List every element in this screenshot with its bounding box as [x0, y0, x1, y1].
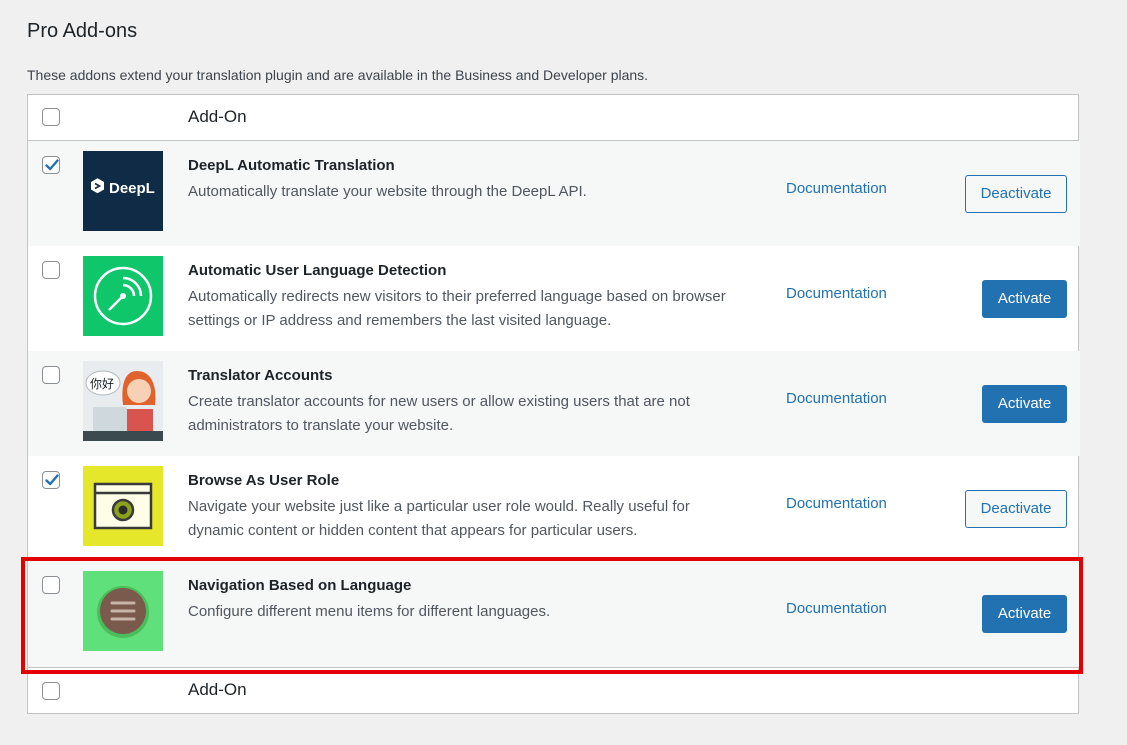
addon-title: Automatic User Language Detection [188, 262, 447, 279]
documentation-link[interactable]: Documentation [786, 600, 887, 617]
documentation-link[interactable]: Documentation [786, 390, 887, 407]
addon-title: Navigation Based on Language [188, 577, 412, 594]
addon-description: Create translator accounts for new users… [188, 393, 690, 434]
addon-row-translator-accounts: 你好 Translator Accounts Create translator… [28, 351, 1080, 456]
addon-checkbox[interactable] [42, 261, 60, 279]
table-footer: Add-On [28, 667, 1078, 713]
radar-icon [83, 256, 163, 336]
documentation-link[interactable]: Documentation [786, 285, 887, 302]
addon-description: Automatically redirects new visitors to … [188, 288, 726, 329]
addon-column-footer: Add-On [188, 680, 247, 699]
addon-title: DeepL Automatic Translation [188, 157, 395, 174]
addon-row-navigation-language: Navigation Based on Language Configure d… [28, 561, 1080, 667]
deactivate-button[interactable]: Deactivate [965, 490, 1067, 528]
deactivate-button[interactable]: Deactivate [965, 175, 1067, 213]
speech-bubble-text: 你好 [90, 377, 115, 391]
addon-title: Browse As User Role [188, 472, 340, 489]
documentation-link[interactable]: Documentation [786, 495, 887, 512]
activate-button[interactable]: Activate [982, 595, 1067, 633]
table-header: Add-On [28, 95, 1078, 141]
eye-window-icon [83, 466, 163, 546]
page-description: These addons extend your translation plu… [27, 67, 649, 83]
activate-button[interactable]: Activate [982, 385, 1067, 423]
addon-description: Configure different menu items for diffe… [188, 603, 551, 620]
addon-checkbox[interactable] [42, 366, 60, 384]
addon-row-browse-as-role: Browse As User Role Navigate your websit… [28, 456, 1080, 561]
addon-description: Navigate your website just like a partic… [188, 498, 690, 539]
menu-icon [83, 571, 163, 651]
addon-row-deepl: DeepL DeepL Automatic Translation Automa… [28, 141, 1080, 246]
addon-row-language-detection: Automatic User Language Detection Automa… [28, 246, 1080, 351]
deepl-logo: DeepL [83, 151, 163, 231]
addon-checkbox[interactable] [42, 156, 60, 174]
documentation-link[interactable]: Documentation [786, 180, 887, 197]
activate-button[interactable]: Activate [982, 280, 1067, 318]
addon-title: Translator Accounts [188, 367, 333, 384]
select-all-checkbox-footer[interactable] [42, 682, 60, 700]
page-title: Pro Add-ons [27, 20, 138, 42]
addon-checkbox[interactable] [42, 471, 60, 489]
deepl-logo-text: DeepL [109, 180, 155, 197]
addons-table: Add-On DeepL DeepL Automatic Translation… [27, 94, 1080, 714]
addon-checkbox[interactable] [42, 576, 60, 594]
addon-description: Automatically translate your website thr… [188, 183, 587, 200]
translator-illustration: 你好 [83, 361, 163, 441]
select-all-checkbox[interactable] [42, 108, 60, 126]
addon-column-header: Add-On [188, 107, 247, 126]
